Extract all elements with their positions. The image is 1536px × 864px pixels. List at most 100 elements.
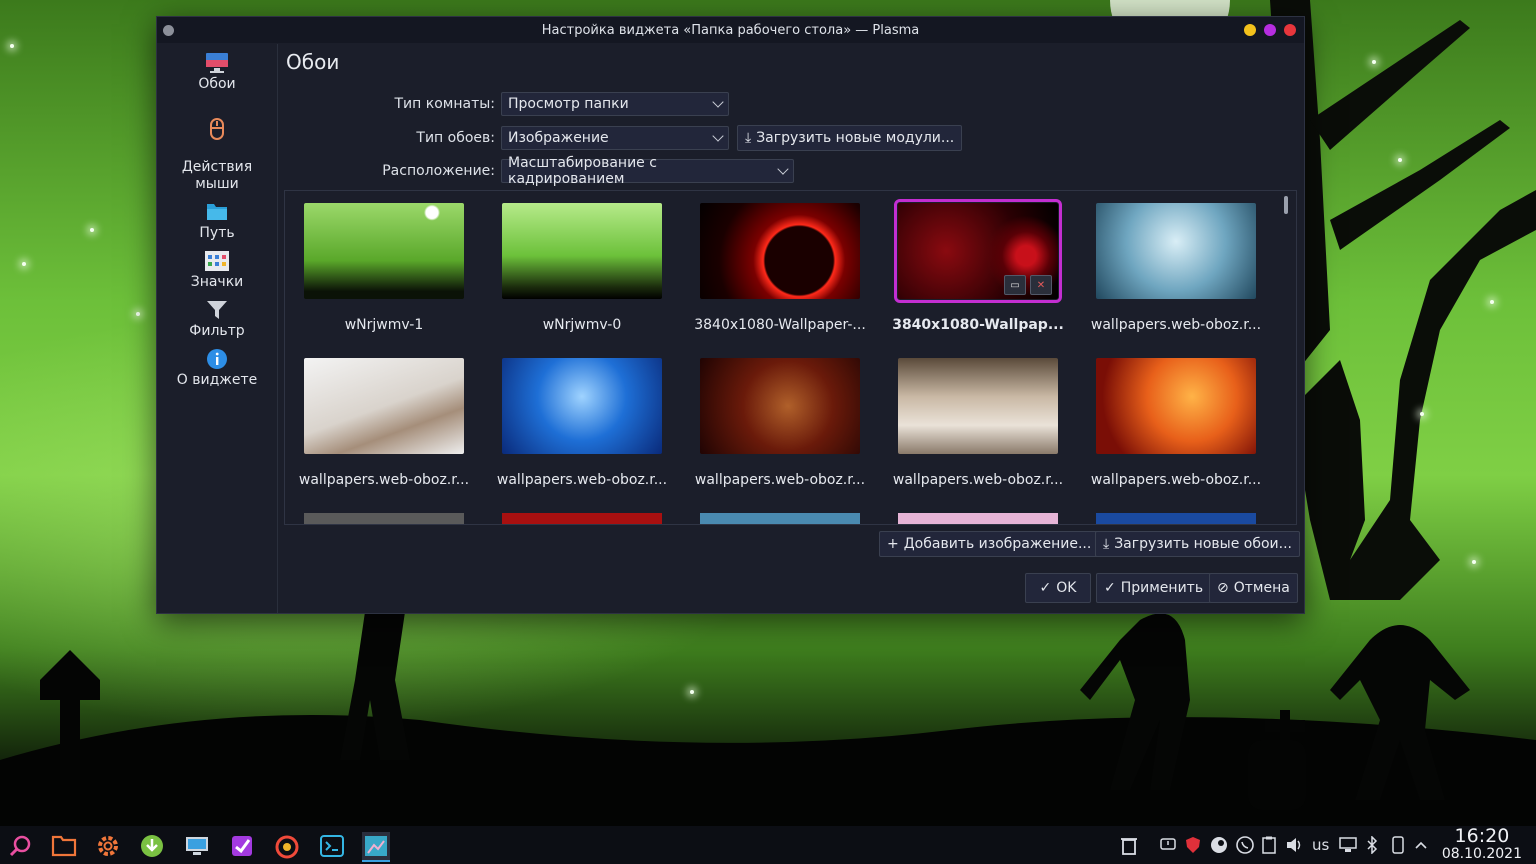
network-icon[interactable]: [1339, 836, 1357, 854]
wallpaper-thumb[interactable]: 3840x1080-Wallpaper-...: [685, 191, 875, 333]
wallpaper-thumb[interactable]: wallpapers.web-oboz.r...: [883, 346, 1073, 488]
thumbnail-caption: wallpapers.web-oboz.r...: [1090, 317, 1262, 333]
wallpaper-type-select[interactable]: Изображение: [501, 126, 729, 150]
wallpaper-thumb[interactable]: wallpapers.web-oboz.r...: [685, 346, 875, 488]
wallpaper-thumb-selected[interactable]: ▭ ✕ 3840x1080-Wallpap...: [883, 191, 1073, 333]
wallpaper-thumb[interactable]: wallpapers.web-oboz.r...: [1081, 346, 1271, 488]
thumbnail-image: ▭ ✕: [894, 199, 1062, 303]
thumbnail-image: [502, 358, 662, 454]
clipboard-icon[interactable]: [1262, 836, 1276, 854]
keyboard-layout-indicator[interactable]: us: [1312, 836, 1329, 854]
clock-time: 16:20: [1454, 825, 1510, 847]
positioning-label: Расположение:: [382, 163, 495, 179]
cancel-label: Отмена: [1233, 580, 1290, 596]
sidebar-item-label: О виджете: [176, 372, 258, 388]
wallpaper-thumb[interactable]: wallpapers.web-oboz.r...: [289, 346, 479, 488]
minimize-button[interactable]: [1244, 24, 1256, 36]
clock-date: 08.10.2021: [1441, 846, 1522, 862]
chevron-down-icon: [712, 130, 724, 142]
viber-icon[interactable]: [1236, 836, 1254, 854]
wallpaper-thumb-partial[interactable]: [304, 513, 464, 524]
shield-icon[interactable]: [1185, 836, 1201, 854]
main-panel: Обои Тип комнаты: Просмотр папки Тип обо…: [278, 44, 1304, 613]
download-icon: ⤓: [745, 130, 752, 146]
sidebar: Обои Действия мыши Путь Значки Фильтр О …: [157, 44, 278, 613]
clock[interactable]: 16:20 08.10.2021: [1442, 826, 1522, 862]
sidebar-item-wallpaper[interactable]: Обои: [157, 48, 277, 97]
grid-scrollbar[interactable]: [1284, 196, 1288, 214]
monitor-icon: [206, 53, 228, 73]
terminal-icon[interactable]: [318, 832, 346, 860]
thumbnail-caption: wNrjwmv-0: [542, 317, 622, 333]
download-modules-button[interactable]: ⤓ Загрузить новые модули...: [737, 125, 963, 151]
wallpaper-thumb[interactable]: wallpapers.web-oboz.r...: [1081, 191, 1271, 333]
discover-store-icon[interactable]: [228, 832, 256, 860]
cancel-button[interactable]: ⊘ Отмена: [1209, 573, 1298, 603]
chevron-up-icon[interactable]: [1415, 836, 1427, 854]
volume-icon[interactable]: [1286, 836, 1304, 854]
sidebar-item-path[interactable]: Путь: [157, 197, 277, 246]
add-image-label: Добавить изображение...: [903, 536, 1092, 552]
wallpaper-thumb-partial[interactable]: [700, 513, 860, 524]
thumbnail-caption: wallpapers.web-oboz.r...: [694, 472, 866, 488]
wallpaper-grid[interactable]: wNrjwmv-1 wNrjwmv-0 3840x1080-Wallpaper-…: [284, 190, 1297, 525]
apply-button[interactable]: ✓ Применить: [1096, 573, 1212, 603]
positioning-value: Масштабирование с кадрированием: [508, 155, 657, 187]
plus-icon: +: [887, 536, 899, 552]
room-type-label: Тип комнаты:: [394, 96, 496, 112]
window-title: Настройка виджета «Папка рабочего стола»…: [541, 22, 920, 38]
notification-icon[interactable]: [1160, 836, 1176, 854]
sidebar-item-filter[interactable]: Фильтр: [157, 295, 277, 344]
close-button[interactable]: [1284, 24, 1296, 36]
settings-gear-icon[interactable]: [94, 832, 122, 860]
wallpaper-thumb-partial[interactable]: [1096, 513, 1256, 524]
delete-icon[interactable]: ✕: [1030, 275, 1052, 295]
wallpaper-thumb-partial[interactable]: [898, 513, 1058, 524]
window-titlebar[interactable]: Настройка виджета «Папка рабочего стола»…: [157, 17, 1304, 43]
steam-icon[interactable]: [1210, 836, 1228, 854]
thumbnail-image: [898, 358, 1058, 454]
thumbnail-image: [1096, 203, 1256, 299]
system-monitor-icon[interactable]: [183, 832, 211, 860]
maximize-button[interactable]: [1264, 24, 1276, 36]
thumbnail-image: [502, 203, 662, 299]
wallpaper-thumb-partial[interactable]: [502, 513, 662, 524]
thumbnail-caption: wNrjwmv-1: [344, 317, 424, 333]
wallpaper-type-row: Тип обоев: Изображение ⤓ Загрузить новые…: [278, 125, 963, 151]
check-icon: ✓: [1039, 580, 1052, 596]
sidebar-item-icons[interactable]: Значки: [157, 246, 277, 295]
download-manager-icon[interactable]: [138, 832, 166, 860]
window-menu-icon[interactable]: [163, 25, 174, 36]
chevron-down-icon: [712, 96, 724, 108]
download-wallpapers-button[interactable]: ⤓ Загрузить новые обои...: [1095, 531, 1300, 557]
sidebar-item-about[interactable]: О виджете: [157, 344, 277, 393]
download-wallpapers-label: Загрузить новые обои...: [1114, 536, 1292, 552]
filter-icon: [207, 301, 227, 319]
ok-button[interactable]: ✓ OK: [1025, 573, 1091, 603]
thumbnail-caption: wallpapers.web-oboz.r...: [298, 472, 470, 488]
open-folder-icon[interactable]: ▭: [1004, 275, 1026, 295]
wallpaper-thumb[interactable]: wNrjwmv-1: [289, 191, 479, 333]
wallpaper-thumb[interactable]: wallpapers.web-oboz.r...: [487, 346, 677, 488]
media-player-icon[interactable]: [273, 832, 301, 860]
trash-icon[interactable]: [1119, 836, 1139, 855]
room-type-value: Просмотр папки: [508, 96, 629, 112]
wallpaper-type-value: Изображение: [508, 130, 609, 146]
thumbnail-caption: 3840x1080-Wallpap...: [892, 317, 1064, 333]
folder-icon: [207, 204, 227, 220]
room-type-select[interactable]: Просмотр папки: [501, 92, 729, 116]
file-manager-icon[interactable]: [50, 832, 78, 860]
thumbnail-caption: wallpapers.web-oboz.r...: [892, 472, 1064, 488]
active-window-task-icon[interactable]: [362, 832, 390, 862]
positioning-select[interactable]: Масштабирование с кадрированием: [501, 155, 794, 187]
bluetooth-icon[interactable]: [1366, 836, 1378, 854]
phone-connect-icon[interactable]: [1392, 836, 1404, 854]
thumbnail-image: [1096, 358, 1256, 454]
wallpaper-thumb[interactable]: wNrjwmv-0: [487, 191, 677, 333]
sidebar-item-mouse-actions[interactable]: Действия мыши: [157, 97, 277, 197]
add-image-button[interactable]: + Добавить изображение...: [879, 531, 1100, 557]
search-launcher-icon[interactable]: [6, 832, 34, 860]
thumbnail-caption: wallpapers.web-oboz.r...: [1090, 472, 1262, 488]
sidebar-item-label: Обои: [198, 76, 236, 92]
thumbnail-caption: wallpapers.web-oboz.r...: [496, 472, 668, 488]
